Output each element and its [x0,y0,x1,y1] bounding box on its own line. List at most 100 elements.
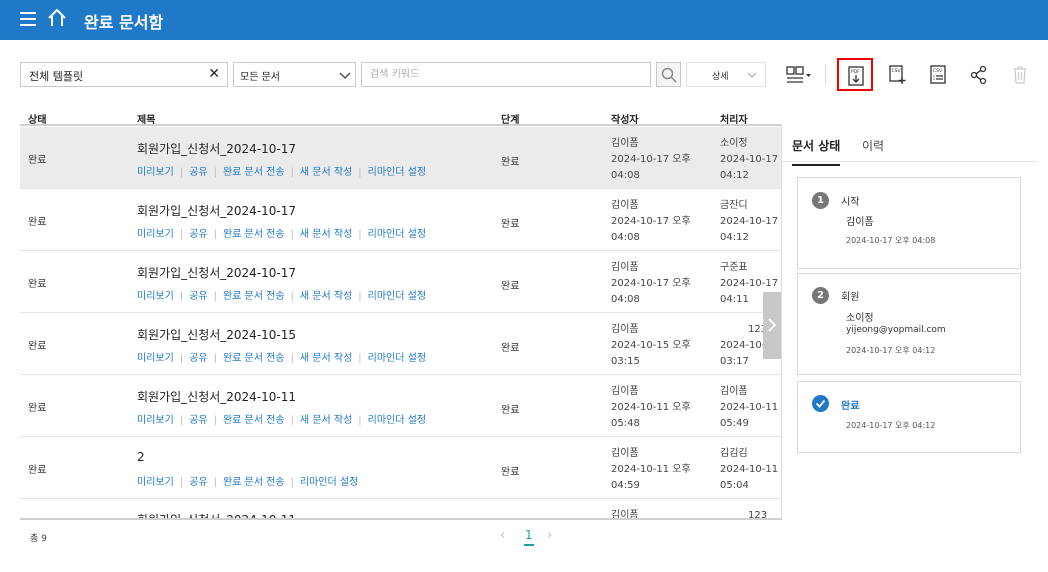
row-status: 완료 [28,341,47,352]
column-handler[interactable]: 처리자 [720,111,748,126]
row-action-link[interactable]: 완료 문서 전송 [223,167,285,178]
row-action-link[interactable]: 미리보기 [137,229,174,240]
row-stage: 완료 [501,157,520,168]
table-row[interactable]: 완료 회원가입_신청서_2024-10-17 미리보기 | 공유 | 완료 문서 전송 | 새 … [20,127,782,189]
row-action-link[interactable]: 새 문서 작성 [300,291,352,302]
table-row[interactable]: 회원가입_신청서_2024-10-11김이폼123 [20,499,782,519]
clear-icon[interactable]: ✕ [208,66,220,82]
row-action-link[interactable]: 공유 [189,167,207,178]
row-action-link[interactable]: 미리보기 [137,415,174,426]
handler-line: 04:12 [720,232,749,243]
next-page-icon[interactable]: › [547,528,552,543]
step-label: 시작 [841,197,860,208]
row-action-link[interactable]: 완료 문서 전송 [223,229,285,240]
table-row[interactable]: 완료 회원가입_신청서_2024-10-15 미리보기 | 공유 | 완료 문서 전송 | 새 … [20,313,782,375]
table-row[interactable]: 완료 회원가입_신청서_2024-10-17 미리보기 | 공유 | 완료 문서 전송 | 새 … [20,189,782,251]
row-action-link[interactable]: 리마인더 설정 [368,229,426,240]
share-button[interactable] [962,60,994,88]
document-filter-select[interactable]: 모든 문서 [233,62,356,87]
table-header: 상태 제목 단계 작성자 처리자 [20,108,782,126]
delete-button[interactable] [1004,60,1036,88]
handler-line: 2024-10-11 오 [720,464,782,475]
table-row[interactable]: 완료 회원가입_신청서_2024-10-11 미리보기 | 공유 | 완료 문서 전송 | 새 … [20,375,782,437]
column-author[interactable]: 작성자 [611,111,639,126]
step-time: 2024-10-17 오후 04:08 [846,236,936,245]
action-separator: | [290,477,294,488]
row-action-link[interactable]: 새 문서 작성 [300,353,352,364]
row-action-link[interactable]: 미리보기 [137,167,174,178]
prev-page-icon[interactable]: ‹ [500,528,505,543]
tab-history[interactable]: 이력 [862,137,884,154]
row-action-link[interactable]: 새 문서 작성 [300,415,352,426]
column-title[interactable]: 제목 [137,111,155,126]
detail-search-select[interactable]: 상세 [686,62,766,87]
action-separator: | [358,415,362,426]
row-action-link[interactable]: 새 문서 작성 [300,167,352,178]
row-title[interactable]: 회원가입_신청서_2024-10-15 [137,326,296,343]
search-button[interactable] [656,62,681,87]
action-separator: | [213,353,217,364]
table-bottom-border [20,518,782,520]
row-title[interactable]: 2 [137,450,145,464]
template-filter-select[interactable]: 전체 템플릿 ✕ [20,62,228,87]
document-filter-value: 모든 문서 [240,72,280,83]
action-separator: | [179,353,184,364]
step-user-name: 김이폼 [846,217,874,228]
row-title[interactable]: 회원가입_신청서_2024-10-17 [137,264,296,281]
row-title[interactable]: 회원가입_신청서_2024-10-17 [137,140,296,157]
row-author: 김이폼 2024-10-17 오후 04:08 [611,136,691,184]
table-row[interactable]: 완료 2 미리보기 | 공유 | 완료 문서 전송 | 리마인더 설정 완료 김이폼 2024-10-… [20,437,782,499]
row-stage: 완료 [501,467,520,478]
table-body: 완료 회원가입_신청서_2024-10-17 미리보기 | 공유 | 완료 문서 전송 | 새 … [20,127,782,519]
column-stage[interactable]: 단계 [501,111,519,126]
row-action-link[interactable]: 완료 문서 전송 [223,291,285,302]
page-number[interactable]: 1 [524,528,534,546]
row-action-link[interactable]: 공유 [189,477,207,488]
tab-document-status[interactable]: 문서 상태 [792,137,841,166]
row-action-link[interactable]: 리마인더 설정 [368,291,426,302]
view-mode-toggle[interactable] [786,65,814,85]
step-user-email: yijeong@yopmail.com [846,325,946,335]
svg-text:CSV: CSV [933,68,943,74]
row-action-link[interactable]: 완료 문서 전송 [223,353,285,364]
author-line: 03:15 [611,356,640,367]
row-action-link[interactable]: 공유 [189,415,207,426]
row-action-link[interactable]: 리마인더 설정 [368,415,426,426]
table-row[interactable]: 완료 회원가입_신청서_2024-10-17 미리보기 | 공유 | 완료 문서 전송 | 새 … [20,251,782,313]
csv-list-button[interactable]: CSV [922,60,954,88]
row-stage: 완료 [501,281,520,292]
author-line: 김이폼 [611,448,639,459]
row-action-link[interactable]: 공유 [189,291,207,302]
handler-line: 금잔디 [720,200,748,211]
row-actions: 미리보기 | 공유 | 완료 문서 전송 | 새 문서 작성 | 리마인더 설정 [137,349,426,364]
csv-add-button[interactable]: CSV [881,60,913,88]
row-action-link[interactable]: 공유 [189,353,207,364]
author-line: 2024-10-17 오후 [611,278,691,289]
column-status[interactable]: 상태 [28,111,46,126]
row-action-link[interactable]: 완료 문서 전송 [223,477,285,488]
row-status: 완료 [28,217,47,228]
action-separator: | [213,415,217,426]
row-action-link[interactable]: 미리보기 [137,477,174,488]
action-separator: | [358,353,362,364]
row-action-link[interactable]: 리마인더 설정 [300,477,358,488]
row-action-link[interactable]: 새 문서 작성 [300,229,352,240]
step-label: 회원 [841,292,860,303]
menu-icon[interactable] [20,12,36,26]
row-action-link[interactable]: 미리보기 [137,291,174,302]
row-action-link[interactable]: 완료 문서 전송 [223,415,285,426]
search-input[interactable] [361,62,651,87]
row-actions: 미리보기 | 공유 | 완료 문서 전송 | 새 문서 작성 | 리마인더 설정 [137,287,426,302]
row-title[interactable]: 회원가입_신청서_2024-10-11 [137,388,296,405]
panel-toggle-button[interactable] [763,292,782,359]
handler-line: 김김김 [720,448,748,459]
row-author: 김이폼 2024-10-15 오후 03:15 [611,322,691,370]
row-action-link[interactable]: 미리보기 [137,353,174,364]
row-action-link[interactable]: 공유 [189,229,207,240]
csv-list-icon: CSV [930,65,946,84]
row-action-link[interactable]: 리마인더 설정 [368,167,426,178]
pdf-download-button[interactable]: PDF [837,58,873,91]
home-icon[interactable] [47,8,67,32]
row-action-link[interactable]: 리마인더 설정 [368,353,426,364]
row-title[interactable]: 회원가입_신청서_2024-10-17 [137,202,296,219]
